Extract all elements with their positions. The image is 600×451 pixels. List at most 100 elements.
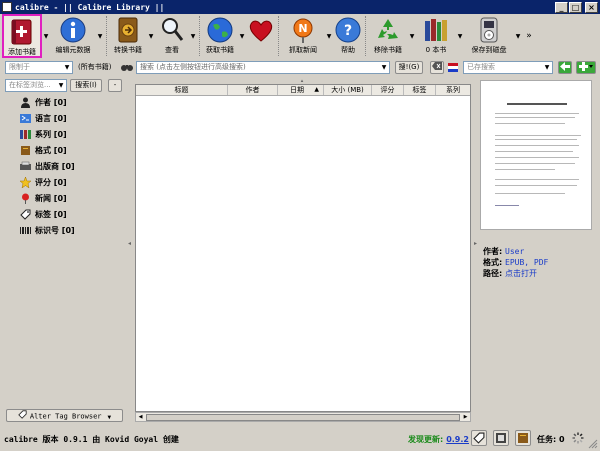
update-notice: 发现更新: 0.9.2 xyxy=(408,434,469,445)
spinner-icon xyxy=(572,432,584,444)
tag-category-tags[interactable]: 标签 [0] xyxy=(20,208,67,221)
tag-category-series[interactable]: 系列 [0] xyxy=(20,128,67,141)
convert-book-button[interactable]: 转换书籍 xyxy=(109,14,147,58)
plus-icon xyxy=(579,62,593,71)
view-dropdown[interactable]: ▼ xyxy=(189,14,197,58)
alter-tag-browser-button[interactable]: Alter Tag Browser ▼ xyxy=(6,409,123,422)
maximize-button[interactable]: □ xyxy=(569,1,582,13)
scrollbar-thumb[interactable] xyxy=(146,414,460,421)
column-title[interactable]: 标题 xyxy=(136,85,228,95)
tag-category-identifiers[interactable]: 标识号 [0] xyxy=(20,224,75,237)
scroll-left-icon[interactable]: ◀ xyxy=(136,413,145,421)
column-series[interactable]: 系列 xyxy=(436,85,470,95)
tag-category-languages[interactable]: 语言 [0] xyxy=(20,112,67,125)
search-input[interactable]: 搜索 (点击左侧按钮进行高级搜索) ▼ xyxy=(136,61,390,74)
column-author[interactable]: 作者 xyxy=(228,85,278,95)
tag-icon xyxy=(20,209,31,220)
book-list-header: 标题 作者 日期 ▲ 大小 (MB) 评分 标签 系列 xyxy=(136,85,470,96)
recycle-icon xyxy=(374,16,402,44)
toolbar-more-button[interactable]: » xyxy=(522,14,536,58)
search-go-button[interactable]: 搜!(G) xyxy=(395,61,423,74)
column-rating[interactable]: 评分 xyxy=(372,85,404,95)
book-details-button[interactable] xyxy=(515,430,531,446)
clear-icon xyxy=(432,62,442,70)
remove-book-dropdown[interactable]: ▼ xyxy=(408,14,416,58)
detail-author-link[interactable]: User xyxy=(505,247,524,256)
book-cover-preview[interactable] xyxy=(480,80,592,230)
left-splitter-handle[interactable]: ◂ xyxy=(128,240,132,252)
cover-grid-button[interactable] xyxy=(493,430,509,446)
fetch-news-label: 抓取新闻 xyxy=(289,46,317,54)
detail-path-label: 路径: xyxy=(483,269,503,278)
column-date[interactable]: 日期 ▲ xyxy=(278,85,324,95)
tag-category-authors[interactable]: 作者 [0] xyxy=(20,96,67,109)
view-button[interactable]: 查看 xyxy=(155,14,189,58)
saved-search-flag-icon[interactable] xyxy=(447,62,459,73)
right-splitter-handle[interactable]: ▸ xyxy=(474,240,478,252)
save-to-disk-dropdown[interactable]: ▼ xyxy=(514,14,522,58)
tag-category-label: 出版商 [0] xyxy=(35,162,75,171)
fetch-news-button[interactable]: N 抓取新闻 xyxy=(281,14,325,58)
save-to-disk-button[interactable]: 保存到磁盘 xyxy=(464,14,514,58)
tag-category-news[interactable]: 新闻 [0] xyxy=(20,192,67,205)
tag-browser-search-input[interactable]: 在标签浏览... ▼ xyxy=(5,79,67,92)
restrict-combo[interactable]: 限制于 ▼ xyxy=(5,61,73,74)
all-books-label: (所有书籍) xyxy=(78,63,112,71)
chevron-down-icon: ▼ xyxy=(381,64,387,71)
get-books-dropdown[interactable]: ▼ xyxy=(238,14,246,58)
get-books-button[interactable]: 获取书籍 xyxy=(202,14,238,58)
tag-browser-search-button[interactable]: 搜索(I) xyxy=(70,79,102,92)
scroll-right-icon[interactable]: ▶ xyxy=(461,413,470,421)
chevron-down-icon: ▼ xyxy=(107,413,112,421)
heart-icon xyxy=(247,16,275,44)
horizontal-scrollbar[interactable]: ◀ ▶ xyxy=(135,412,471,422)
save-to-disk-label: 保存到磁盘 xyxy=(471,46,507,54)
library-button[interactable]: 0 本书 xyxy=(416,14,456,58)
jobs-label[interactable]: 任务: 0 xyxy=(537,434,565,445)
minimize-button[interactable]: _ xyxy=(555,1,568,13)
tag-category-formats[interactable]: 格式 [0] xyxy=(20,144,67,157)
magnifier-icon xyxy=(158,16,186,44)
column-date-label: 日期 xyxy=(290,86,304,94)
convert-book-label: 转换书籍 xyxy=(114,46,142,54)
remove-book-button[interactable]: 移除书籍 xyxy=(368,14,408,58)
tag-browser-collapse-button[interactable]: - xyxy=(108,79,122,92)
sort-ascending-icon: ▲ xyxy=(314,86,319,93)
tag-category-publishers[interactable]: 出版商 [0] xyxy=(20,160,75,173)
detail-path-link[interactable]: 点击打开 xyxy=(505,269,537,278)
column-size[interactable]: 大小 (MB) xyxy=(324,85,372,95)
detail-author-label: 作者: xyxy=(483,247,503,256)
column-tags[interactable]: 标签 xyxy=(404,85,436,95)
fetch-news-dropdown[interactable]: ▼ xyxy=(325,14,333,58)
library-dropdown[interactable]: ▼ xyxy=(456,14,464,58)
detail-formats-link[interactable]: EPUB, PDF xyxy=(505,258,548,267)
convert-book-dropdown[interactable]: ▼ xyxy=(147,14,155,58)
tag-mode-button[interactable] xyxy=(471,430,487,446)
news-pin-icon xyxy=(20,193,31,204)
book-list[interactable]: 标题 作者 日期 ▲ 大小 (MB) 评分 标签 系列 xyxy=(135,84,471,412)
advanced-search-button[interactable] xyxy=(120,61,134,74)
add-book-button[interactable]: 添加书籍 xyxy=(2,14,42,58)
top-splitter-handle[interactable]: ▴ xyxy=(298,78,306,84)
saved-search-combo[interactable]: 已存搜索 ▼ xyxy=(463,61,553,74)
resize-grip-icon[interactable] xyxy=(588,439,598,449)
toolbar-separator xyxy=(106,16,107,56)
tag-browser: 在标签浏览... ▼ 搜索(I) - 作者 [0] 语言 [0] 系列 [0] … xyxy=(0,78,127,424)
title-bar: calibre - || Calibre Library || _ □ × xyxy=(0,0,600,14)
add-saved-search-button[interactable] xyxy=(576,61,596,74)
add-book-dropdown[interactable]: ▼ xyxy=(42,14,50,58)
help-label: 帮助 xyxy=(341,46,355,54)
edit-metadata-button[interactable]: 编辑元数据 xyxy=(50,14,96,58)
donate-button[interactable] xyxy=(246,14,276,58)
library-label: 0 本书 xyxy=(425,46,447,54)
svg-text:N: N xyxy=(298,22,307,35)
update-version-link[interactable]: 0.9.2 xyxy=(446,435,469,444)
convert-icon xyxy=(114,16,142,44)
tag-category-rating[interactable]: 评分 [0] xyxy=(20,176,67,189)
tag-category-label: 语言 [0] xyxy=(35,114,67,123)
help-button[interactable]: ? 帮助 xyxy=(333,14,363,58)
edit-metadata-dropdown[interactable]: ▼ xyxy=(96,14,104,58)
save-search-button[interactable] xyxy=(558,61,572,74)
close-button[interactable]: × xyxy=(585,1,598,13)
clear-search-button[interactable] xyxy=(430,61,444,74)
